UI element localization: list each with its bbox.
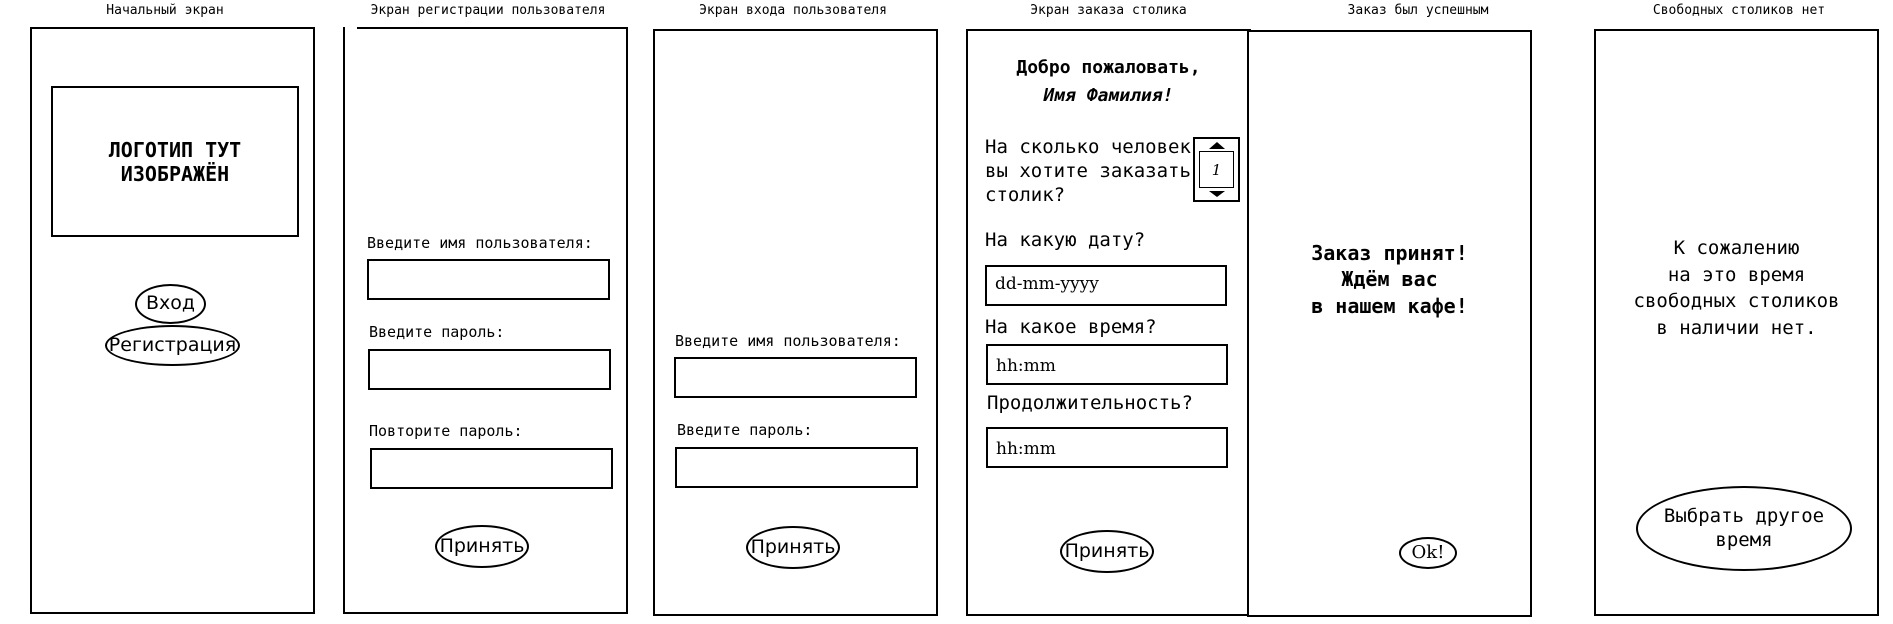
logo-text: ЛОГОТИП ТУТ ИЗОБРАЖЁН xyxy=(108,137,242,186)
choose-other-time-button[interactable]: Выбрать другое время xyxy=(1636,486,1852,571)
time-input[interactable]: hh:mm xyxy=(986,344,1228,385)
date-input[interactable]: dd-mm-yyyy xyxy=(985,265,1227,306)
screen-title-booking: Экран заказа столика xyxy=(1030,3,1187,18)
people-question: На сколько человек вы хотите заказать ст… xyxy=(985,136,1191,206)
welcome-name: Имя Фамилия! xyxy=(1043,85,1174,106)
date-question: На какую дату? xyxy=(985,229,1146,251)
frame-notch xyxy=(345,26,357,30)
screen-title-registration: Экран регистрации пользователя xyxy=(370,3,606,18)
login-username-label: Введите имя пользователя: xyxy=(675,332,901,350)
screen-title-home: Начальный экран xyxy=(106,3,224,18)
repeat-password-input[interactable] xyxy=(370,448,613,489)
people-stepper[interactable]: 1 xyxy=(1193,137,1240,202)
ok-button[interactable]: Ok! xyxy=(1399,537,1457,569)
logo-placeholder: ЛОГОТИП ТУТ ИЗОБРАЖЁН xyxy=(51,86,299,237)
stepper-up-icon[interactable] xyxy=(1195,141,1238,151)
success-message: Заказ принят! Ждём вас в нашем кафе! xyxy=(1311,241,1468,318)
booking-accept-button[interactable]: Принять xyxy=(1060,530,1154,573)
screen-title-no-tables: Свободных столиков нет xyxy=(1652,3,1826,18)
repeat-password-label: Повторите пароль: xyxy=(369,422,523,440)
duration-input[interactable]: hh:mm xyxy=(986,427,1228,468)
login-password-input[interactable] xyxy=(675,447,918,488)
login-accept-button[interactable]: Принять xyxy=(746,526,840,569)
password-input[interactable] xyxy=(368,349,611,390)
register-accept-button[interactable]: Принять xyxy=(435,525,529,568)
register-button[interactable]: Регистрация xyxy=(105,325,240,366)
username-label: Введите имя пользователя: xyxy=(367,234,593,252)
stepper-value-box: 1 xyxy=(1199,151,1234,188)
stepper-down-icon[interactable] xyxy=(1195,189,1238,199)
username-input[interactable] xyxy=(367,259,610,300)
welcome-line-1: Добро пожаловать, xyxy=(1016,57,1201,78)
time-question: На какое время? xyxy=(985,316,1157,338)
people-count: 1 xyxy=(1211,160,1222,179)
duration-question: Продолжительность? xyxy=(987,392,1193,414)
screen-title-login: Экран входа пользователя xyxy=(699,3,887,18)
screen-title-success: Заказ был успешным xyxy=(1347,3,1489,18)
no-tables-message: К сожалению на это время свободных столи… xyxy=(1633,237,1840,339)
login-username-input[interactable] xyxy=(674,357,917,398)
login-button[interactable]: Вход xyxy=(135,284,206,324)
password-label: Введите пароль: xyxy=(369,323,505,341)
success-screen xyxy=(1247,30,1532,617)
login-password-label: Введите пароль: xyxy=(677,421,813,439)
